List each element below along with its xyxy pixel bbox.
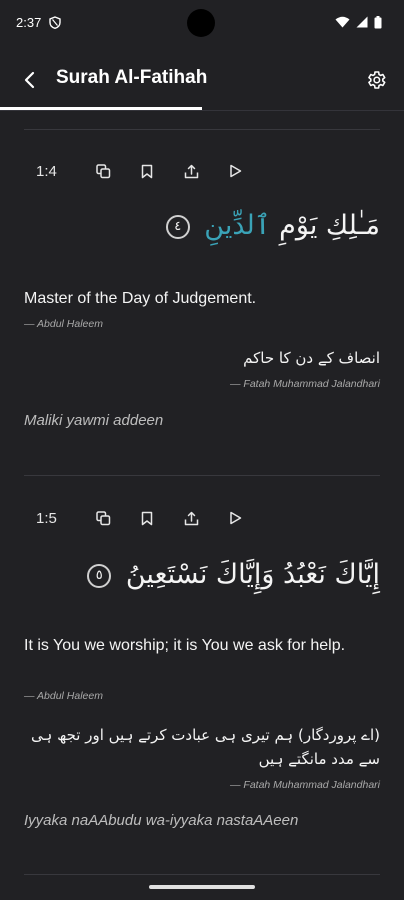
translator-name: — Abdul Haleem — [24, 318, 103, 330]
app-bar-divider — [0, 110, 404, 111]
verse-divider — [24, 129, 380, 130]
settings-button[interactable] — [362, 66, 390, 94]
share-icon — [184, 511, 198, 525]
ayah-number-marker: ٤ — [165, 214, 190, 239]
battery-icon — [374, 15, 382, 28]
gear-icon — [368, 71, 386, 89]
transliteration: Iyyaka naAAbudu wa-iyyaka nastaAAeen — [24, 812, 299, 829]
shield-icon — [49, 15, 62, 29]
verse-number: 1:4 — [36, 162, 57, 180]
arabic-verse: مَـٰلِكِ يَوْمِ ٱلدِّينِ ٤ — [165, 210, 380, 241]
copy-icon — [95, 510, 110, 525]
urdu-translation: انصاف کے دن کا حاکم — [243, 349, 380, 367]
urdu-translator-name: — Fatah Muhammad Jalandhari — [230, 779, 380, 791]
wifi-icon — [335, 16, 350, 28]
ayah-number-marker: ٥ — [87, 563, 112, 588]
transliteration: Maliki yawmi addeen — [24, 412, 164, 429]
status-time: 2:37 — [16, 14, 42, 30]
back-button[interactable] — [16, 67, 42, 93]
arabic-text: مَـٰلِكِ يَوْمِ — [270, 210, 380, 241]
verse-divider — [24, 874, 380, 875]
urdu-translator-name: — Fatah Muhammad Jalandhari — [230, 378, 380, 390]
arabic-verse: إِيَّاكَ نَعْبُدُ وَإِيَّاكَ نَسْتَعِينُ… — [87, 559, 380, 590]
bookmark-button[interactable] — [134, 505, 160, 531]
verse-translation: Master of the Day of Judgement. — [24, 290, 257, 307]
verse-translation: It is You we worship; it is You we ask f… — [24, 637, 346, 654]
bookmark-icon — [141, 164, 153, 178]
share-button[interactable] — [178, 158, 204, 184]
copy-icon — [95, 163, 110, 178]
arabic-highlight-word: ٱلدِّينِ — [204, 210, 271, 241]
verse-divider — [24, 475, 380, 476]
page-title: Surah Al-Fatihah — [56, 67, 208, 88]
share-icon — [184, 164, 198, 178]
arabic-text: إِيَّاكَ نَعْبُدُ وَإِيَّاكَ نَسْتَعِينُ — [125, 559, 380, 590]
copy-button[interactable] — [90, 158, 116, 184]
app-bar: Surah Al-Fatihah — [0, 52, 404, 108]
back-arrow-icon — [24, 71, 35, 89]
verse-number: 1:5 — [36, 509, 57, 527]
camera-cutout — [187, 9, 215, 37]
signal-icon — [356, 16, 368, 28]
play-button[interactable] — [222, 505, 248, 531]
verse-toolbar: 1:4 — [24, 158, 248, 184]
urdu-translation: (اے پروردگار) ہم تیری ہی عبادت کرتے ہیں … — [31, 726, 380, 768]
play-button[interactable] — [222, 158, 248, 184]
translator-name: — Abdul Haleem — [24, 690, 103, 702]
play-icon — [229, 511, 241, 525]
home-indicator[interactable] — [149, 885, 255, 889]
bookmark-button[interactable] — [134, 158, 160, 184]
copy-button[interactable] — [90, 505, 116, 531]
share-button[interactable] — [178, 505, 204, 531]
play-icon — [229, 164, 241, 178]
verse-toolbar: 1:5 — [24, 505, 248, 531]
bookmark-icon — [141, 511, 153, 525]
